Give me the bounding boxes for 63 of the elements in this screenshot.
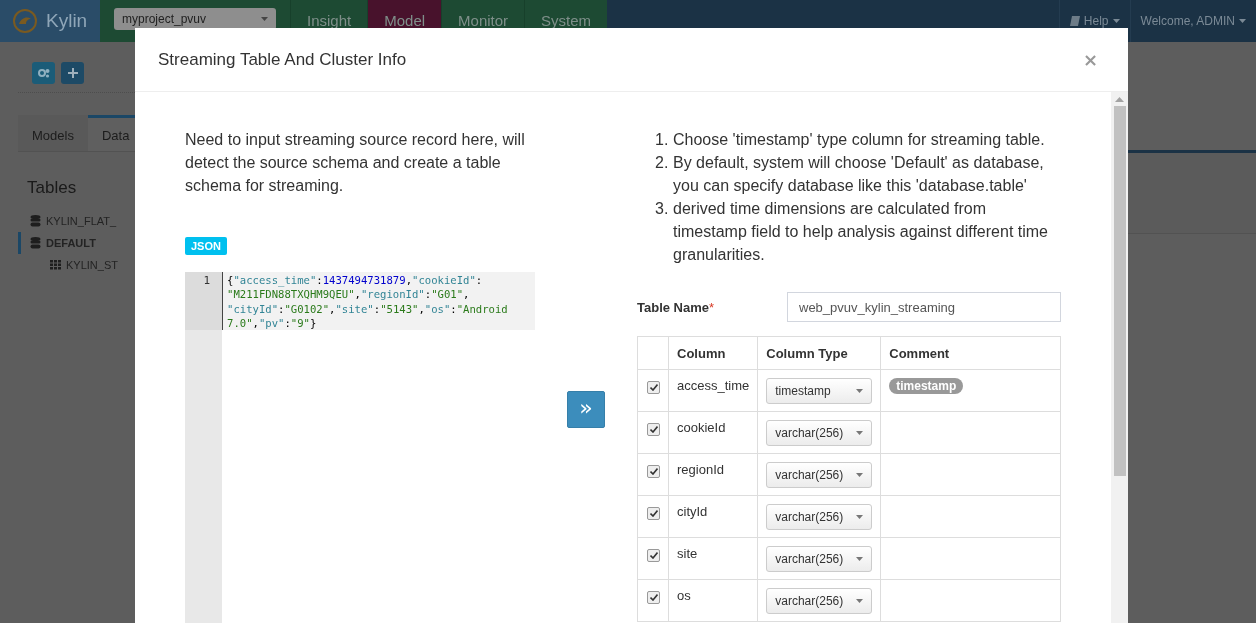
brand-name: Kylin xyxy=(46,10,88,32)
checkbox[interactable] xyxy=(647,381,660,394)
checkbox[interactable] xyxy=(647,591,660,604)
format-badge: JSON xyxy=(185,237,227,255)
step-text: derived time dimensions are calculated from timestamp field to help analysis against different time granularities. xyxy=(673,199,1049,265)
user-menu[interactable]: Welcome, ADMIN xyxy=(1129,0,1256,42)
step-number: 2. xyxy=(655,153,670,173)
close-button[interactable]: × xyxy=(1080,49,1100,70)
caret-icon xyxy=(856,599,864,603)
type-select[interactable]: varchar(256) xyxy=(766,546,873,572)
table-cell: regionId xyxy=(668,453,758,496)
checkbox[interactable] xyxy=(647,549,660,562)
tree-item[interactable]: KYLIN_ST xyxy=(66,259,118,271)
type-select[interactable]: varchar(256) xyxy=(766,588,873,614)
table-icon xyxy=(50,260,61,270)
line-number: 1 xyxy=(185,272,222,330)
column-header: Column Type xyxy=(757,336,881,370)
logo-icon xyxy=(12,8,38,34)
type-select[interactable]: varchar(256) xyxy=(766,462,873,488)
tree-item[interactable]: KYLIN_FLAT_ xyxy=(46,215,117,227)
cogs-icon xyxy=(37,68,50,78)
checkbox[interactable] xyxy=(647,423,660,436)
table-cell: site xyxy=(668,537,758,580)
scrollbar[interactable] xyxy=(1111,92,1128,623)
caret-icon xyxy=(856,557,864,561)
modal-title: Streaming Table And Cluster Info xyxy=(158,49,407,70)
comment-tag: timestamp xyxy=(889,378,964,394)
column-header: Comment xyxy=(880,336,1061,370)
step-text: Choose 'timestamp' type column for streaming table. xyxy=(673,130,1046,150)
table-cell: os xyxy=(668,579,758,622)
table-cell: cookieId xyxy=(668,411,758,454)
field-label: Table Name* xyxy=(637,299,716,315)
column-header: Column xyxy=(668,336,758,370)
caret-icon xyxy=(261,17,268,21)
type-select[interactable]: varchar(256) xyxy=(766,504,873,530)
intro-text: Need to input streaming source record here, will detect the source schema and create a table schema for streaming. xyxy=(185,130,525,196)
checkbox[interactable] xyxy=(647,507,660,520)
type-select[interactable]: timestamp xyxy=(766,378,873,404)
plus-icon xyxy=(67,68,78,78)
step-number: 1. xyxy=(655,130,670,150)
cogs-button[interactable] xyxy=(32,62,55,84)
add-button[interactable] xyxy=(61,62,84,84)
tables-heading: Tables xyxy=(27,178,78,198)
table-cell: cityId xyxy=(668,495,758,538)
caret-icon xyxy=(856,473,864,477)
side-tab[interactable]: Models xyxy=(18,115,88,151)
caret-icon xyxy=(1239,19,1246,23)
type-select[interactable]: varchar(256) xyxy=(766,420,873,446)
convert-button[interactable]: » xyxy=(567,391,605,428)
database-icon xyxy=(30,215,41,227)
book-icon xyxy=(1069,16,1080,26)
caret-icon xyxy=(1112,19,1120,23)
table-cell: access_time xyxy=(668,369,758,412)
step-number: 3. xyxy=(655,199,670,219)
table-name-field[interactable]: web_pvuv_kylin_streaming xyxy=(787,292,1061,322)
caret-icon xyxy=(856,431,864,435)
code-editor[interactable]: 1 {"access_time":1437494731879,"cookieId": "M211FDN88TXQHM9QEU","regionId":"G01", "cityId":"G0102","site":"5143","os":"Android 7.0","pv":"9"} xyxy=(185,272,535,623)
database-icon xyxy=(30,237,41,249)
tree-item[interactable]: DEFAULT xyxy=(46,237,96,249)
project-select[interactable]: myproject_pvuv xyxy=(114,8,276,30)
checkbox[interactable] xyxy=(647,465,660,478)
caret-icon xyxy=(856,515,864,519)
caret-icon xyxy=(856,389,864,393)
